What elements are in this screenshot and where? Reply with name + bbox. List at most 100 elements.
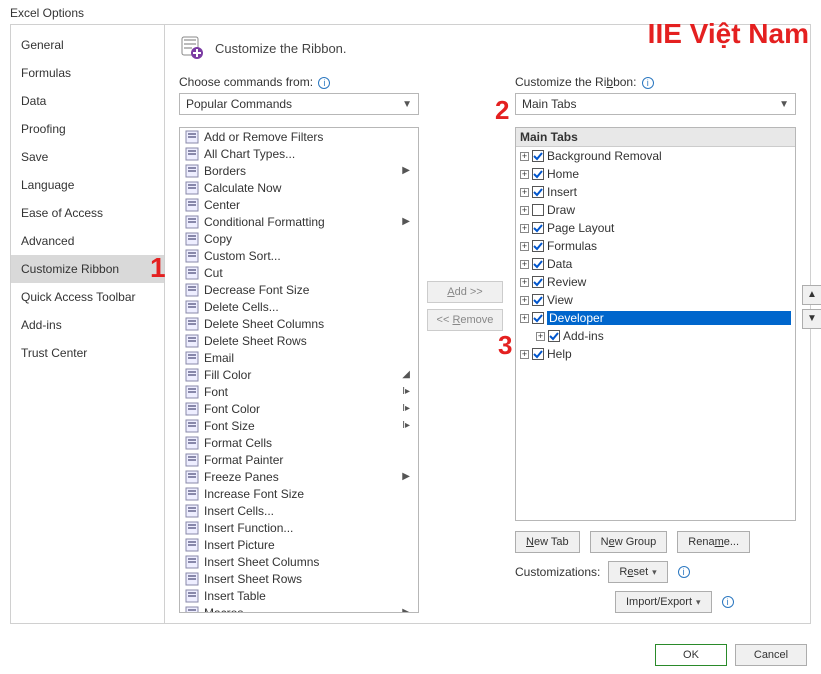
expander-icon[interactable]: + [520, 260, 529, 269]
command-item[interactable]: Insert Sheet Rows [180, 570, 418, 587]
tabs-tree[interactable]: Main Tabs +Background Removal+Home+Inser… [515, 127, 796, 521]
sidebar-item-add-ins[interactable]: Add-ins [11, 311, 164, 339]
tab-checkbox[interactable] [532, 186, 544, 198]
command-item[interactable]: Delete Cells... [180, 298, 418, 315]
command-item[interactable]: Calculate Now [180, 179, 418, 196]
tab-checkbox[interactable] [548, 330, 560, 342]
expander-icon[interactable]: + [520, 188, 529, 197]
expander-icon[interactable]: + [520, 350, 529, 359]
command-item[interactable]: Font ColorI▸ [180, 400, 418, 417]
reset-button[interactable]: Reset [608, 561, 667, 583]
move-up-button[interactable]: ▲ [802, 285, 821, 305]
sidebar-item-language[interactable]: Language [11, 171, 164, 199]
command-item[interactable]: FontI▸ [180, 383, 418, 400]
command-item[interactable]: Fill Color◢ [180, 366, 418, 383]
command-item[interactable]: Decrease Font Size [180, 281, 418, 298]
expander-icon[interactable]: + [520, 224, 529, 233]
sidebar-item-customize-ribbon[interactable]: Customize Ribbon [11, 255, 164, 283]
info-icon[interactable]: i [678, 566, 690, 578]
tab-item-background-removal[interactable]: +Background Removal [516, 147, 795, 165]
customize-ribbon-dropdown[interactable]: Main Tabs ▼ [515, 93, 796, 115]
commands-listbox[interactable]: Add or Remove FiltersAll Chart Types...B… [179, 127, 419, 613]
tab-item-page-layout[interactable]: +Page Layout [516, 219, 795, 237]
command-item[interactable]: Delete Sheet Columns [180, 315, 418, 332]
expander-icon[interactable]: + [520, 278, 529, 287]
command-item[interactable]: Borders▶ [180, 162, 418, 179]
info-icon[interactable]: i [642, 77, 654, 89]
command-item[interactable]: Insert Table [180, 587, 418, 604]
command-label: Delete Sheet Columns [204, 317, 324, 331]
command-item[interactable]: Conditional Formatting▶ [180, 213, 418, 230]
command-icon [184, 435, 200, 451]
tab-item-insert[interactable]: +Insert [516, 183, 795, 201]
sidebar-item-proofing[interactable]: Proofing [11, 115, 164, 143]
sidebar-item-save[interactable]: Save [11, 143, 164, 171]
command-item[interactable]: Insert Function... [180, 519, 418, 536]
move-down-button[interactable]: ▼ [802, 309, 821, 329]
tab-checkbox[interactable] [532, 222, 544, 234]
tab-checkbox[interactable] [532, 312, 544, 324]
expander-icon[interactable]: + [536, 332, 545, 341]
tab-item-draw[interactable]: +Draw [516, 201, 795, 219]
import-export-button[interactable]: Import/Export [615, 591, 712, 613]
cancel-button[interactable]: Cancel [735, 644, 807, 666]
sidebar-item-general[interactable]: General [11, 31, 164, 59]
sidebar-item-quick-access-toolbar[interactable]: Quick Access Toolbar [11, 283, 164, 311]
command-item[interactable]: Format Cells [180, 434, 418, 451]
sidebar-item-advanced[interactable]: Advanced [11, 227, 164, 255]
command-item[interactable]: All Chart Types... [180, 145, 418, 162]
command-item[interactable]: Font SizeI▸ [180, 417, 418, 434]
sidebar-item-ease-of-access[interactable]: Ease of Access [11, 199, 164, 227]
tab-checkbox[interactable] [532, 276, 544, 288]
tab-checkbox[interactable] [532, 240, 544, 252]
sidebar-item-formulas[interactable]: Formulas [11, 59, 164, 87]
tab-checkbox[interactable] [532, 204, 544, 216]
new-group-button[interactable]: New Group [590, 531, 668, 553]
expander-icon[interactable]: + [520, 206, 529, 215]
choose-commands-dropdown[interactable]: Popular Commands ▼ [179, 93, 419, 115]
tab-checkbox[interactable] [532, 258, 544, 270]
expander-icon[interactable]: + [520, 296, 529, 305]
tab-checkbox[interactable] [532, 294, 544, 306]
command-item[interactable]: Custom Sort... [180, 247, 418, 264]
tab-item-help[interactable]: +Help [516, 345, 795, 363]
command-item[interactable]: Insert Sheet Columns [180, 553, 418, 570]
ok-button[interactable]: OK [655, 644, 727, 666]
tab-item-add-ins[interactable]: +Add-ins [516, 327, 795, 345]
command-item[interactable]: Copy [180, 230, 418, 247]
tab-checkbox[interactable] [532, 348, 544, 360]
command-item[interactable]: Format Painter [180, 451, 418, 468]
command-item[interactable]: Insert Picture [180, 536, 418, 553]
expander-icon[interactable]: + [520, 314, 529, 323]
new-tab-button[interactable]: New Tab [515, 531, 580, 553]
command-item[interactable]: Add or Remove Filters [180, 128, 418, 145]
command-item[interactable]: Center [180, 196, 418, 213]
tab-item-home[interactable]: + Home [516, 165, 795, 183]
rename-button[interactable]: Rename... [677, 531, 750, 553]
tab-label: View [547, 293, 573, 307]
command-item[interactable]: Insert Cells... [180, 502, 418, 519]
info-icon[interactable]: i [722, 596, 734, 608]
tab-item-view[interactable]: + View [516, 291, 795, 309]
command-item[interactable]: Delete Sheet Rows [180, 332, 418, 349]
tab-item-review[interactable]: +Review [516, 273, 795, 291]
tab-checkbox[interactable] [532, 168, 544, 180]
sidebar-item-data[interactable]: Data [11, 87, 164, 115]
command-item[interactable]: Email [180, 349, 418, 366]
remove-button[interactable]: << Remove [427, 309, 503, 331]
tab-item-data[interactable]: +Data [516, 255, 795, 273]
sidebar-item-trust-center[interactable]: Trust Center [11, 339, 164, 367]
command-item[interactable]: Increase Font Size [180, 485, 418, 502]
expander-icon[interactable]: + [520, 152, 529, 161]
tab-label: Home [547, 167, 579, 181]
tab-checkbox[interactable] [532, 150, 544, 162]
add-button[interactable]: Add >> [427, 281, 503, 303]
expander-icon[interactable]: + [520, 242, 529, 251]
expander-icon[interactable]: + [520, 170, 529, 179]
tab-item-formulas[interactable]: +Formulas [516, 237, 795, 255]
command-item[interactable]: Freeze Panes▶ [180, 468, 418, 485]
tab-item-developer[interactable]: +Developer [516, 309, 795, 327]
command-item[interactable]: Macros▶ [180, 604, 418, 613]
info-icon[interactable]: i [318, 77, 330, 89]
command-item[interactable]: Cut [180, 264, 418, 281]
